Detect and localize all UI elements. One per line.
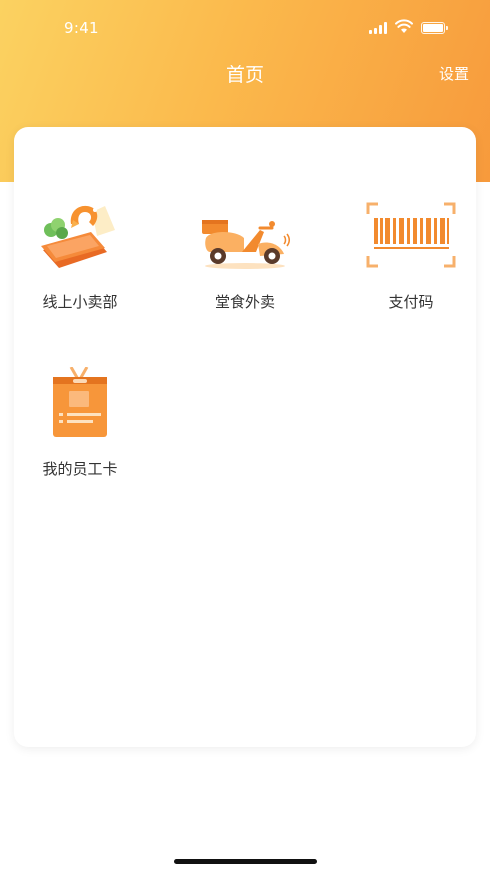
- tile-label: 线上小卖部: [42, 293, 118, 311]
- tile-online-shop[interactable]: 线上小卖部: [14, 200, 146, 340]
- home-screen: 9:41 首页 设置 线上小卖部 堂食外卖 支付码 我的员工卡: [0, 0, 490, 876]
- tile-employee-card[interactable]: 我的员工卡: [14, 367, 146, 507]
- battery-icon: [421, 22, 448, 34]
- tile-label: 支付码: [388, 293, 434, 311]
- online-shop-icon: [41, 205, 115, 268]
- employee-badge-icon: [53, 367, 107, 437]
- cellular-signal-icon: [369, 22, 389, 34]
- scooter-delivery-icon: [202, 220, 290, 269]
- tile-payment-code[interactable]: 支付码: [345, 200, 477, 340]
- barcode-icon: [366, 202, 456, 268]
- home-indicator[interactable]: [174, 859, 317, 864]
- tile-dine-in-delivery[interactable]: 堂食外卖: [179, 200, 311, 340]
- status-time: 9:41: [64, 19, 99, 37]
- wifi-icon: [395, 19, 413, 33]
- function-card: 线上小卖部 堂食外卖 支付码 我的员工卡: [14, 127, 476, 747]
- page-title: 首页: [225, 64, 264, 86]
- settings-button[interactable]: 设置: [439, 63, 469, 84]
- tile-label: 堂食外卖: [214, 293, 275, 311]
- tile-label: 我的员工卡: [42, 460, 118, 478]
